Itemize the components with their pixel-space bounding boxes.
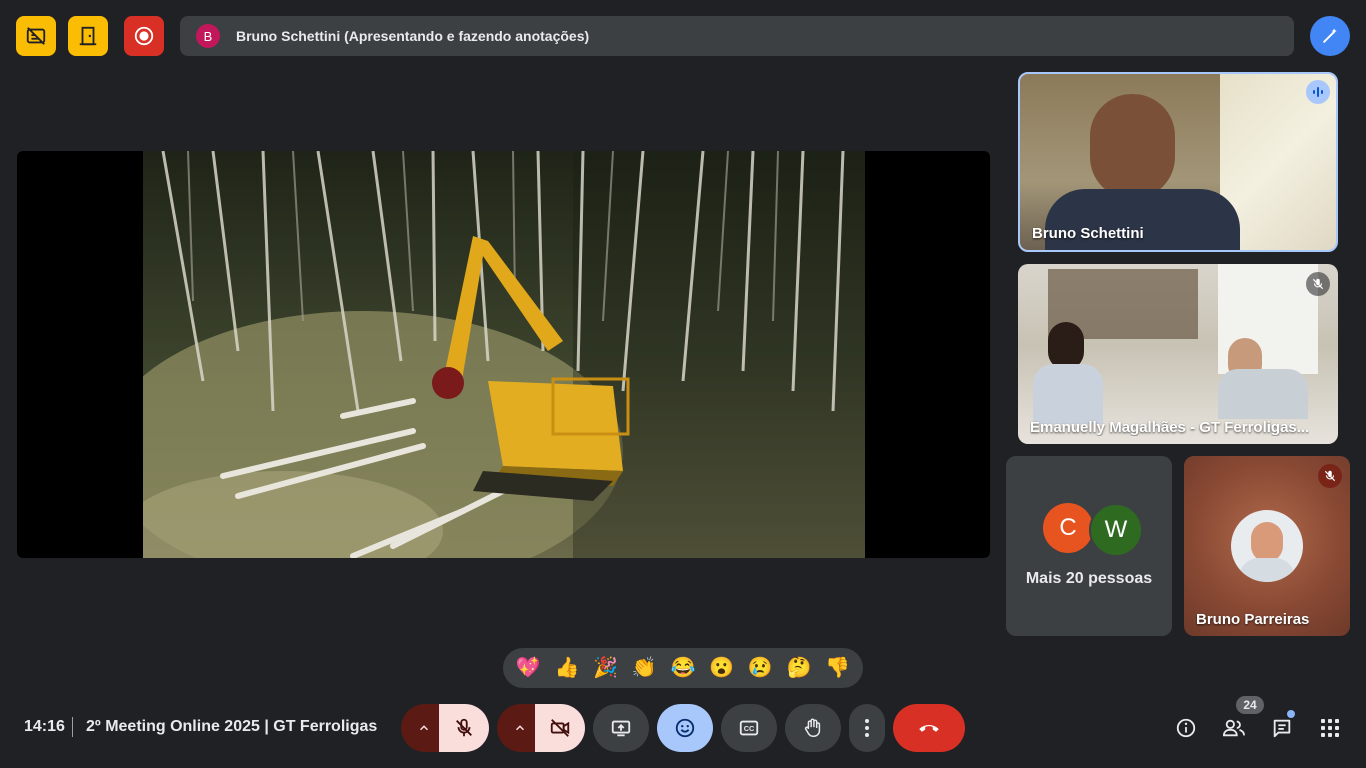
presenter-text: Bruno Schettini (Apresentando e fazendo … xyxy=(236,28,590,44)
presenter-avatar: B xyxy=(196,24,220,48)
annotate-pen-icon xyxy=(1323,28,1337,43)
chat-icon xyxy=(1273,719,1291,738)
svg-text:CC: CC xyxy=(744,724,755,733)
recording-button[interactable] xyxy=(124,16,164,56)
participant-tile-bruno-parreiras[interactable]: Bruno Parreiras xyxy=(1184,456,1350,636)
more-participants-label: Mais 20 pessoas xyxy=(1025,570,1153,587)
divider xyxy=(72,717,73,737)
presentation-image xyxy=(143,151,865,558)
reactions-button[interactable] xyxy=(657,704,713,752)
reaction-thumbs-up[interactable]: 👍 xyxy=(549,648,585,688)
avatar-c: C xyxy=(1043,503,1093,553)
presenter-banner: B Bruno Schettini (Apresentando e fazend… xyxy=(180,16,1294,56)
present-screen-icon xyxy=(611,720,631,737)
chevron-up-icon xyxy=(515,725,525,731)
participant-name: Bruno Parreiras xyxy=(1196,611,1310,628)
reaction-thumbs-down[interactable]: 👎 xyxy=(820,648,856,688)
more-options-button[interactable] xyxy=(849,704,885,752)
reaction-surprised[interactable]: 😮 xyxy=(704,648,740,688)
present-screen-button[interactable] xyxy=(593,704,649,752)
person-head xyxy=(1090,94,1175,199)
forest-harvester-picture xyxy=(143,151,865,558)
person-right-body xyxy=(1218,369,1308,419)
participant-name: Bruno Schettini xyxy=(1032,225,1144,242)
muted-badge xyxy=(1318,464,1342,488)
meeting-clock: 14:16 xyxy=(24,718,65,735)
mic-off-icon xyxy=(1324,470,1336,482)
speaking-icon xyxy=(1313,87,1323,97)
captions-button[interactable]: CC xyxy=(721,704,777,752)
meeting-details-button[interactable] xyxy=(1174,716,1198,740)
participant-name: Emanuelly Magalhães - GT Ferroligas... xyxy=(1030,419,1310,436)
raise-hand-icon xyxy=(804,718,821,737)
chat-unread-dot xyxy=(1287,710,1295,718)
reaction-party-popper[interactable]: 🎉 xyxy=(588,648,624,688)
annotate-button[interactable] xyxy=(1310,16,1350,56)
captions-off-button[interactable] xyxy=(16,16,56,56)
chat-button[interactable] xyxy=(1270,716,1294,740)
presentation-stage[interactable] xyxy=(17,151,990,558)
reaction-joy[interactable]: 😂 xyxy=(665,648,701,688)
more-participants-tile[interactable]: C W Mais 20 pessoas xyxy=(1006,456,1172,636)
chevron-up-icon xyxy=(419,725,429,731)
avatar xyxy=(1231,510,1303,582)
mic-toggle-button[interactable] xyxy=(439,704,489,752)
hang-up-icon xyxy=(919,725,939,732)
speaking-badge xyxy=(1306,80,1330,104)
reaction-thinking[interactable]: 🤔 xyxy=(781,648,817,688)
people-button[interactable] xyxy=(1222,716,1246,740)
companion-door-button[interactable] xyxy=(68,16,108,56)
leave-call-button[interactable] xyxy=(893,704,965,752)
meeting-title: 2º Meeting Online 2025 | GT Ferroligas xyxy=(86,718,378,735)
reaction-clapping[interactable]: 👏 xyxy=(626,648,662,688)
avatar-w: W xyxy=(1089,503,1143,557)
person-shirt xyxy=(1045,189,1240,250)
info-icon xyxy=(1176,718,1196,738)
closed-captions-icon: CC xyxy=(739,720,759,736)
reaction-crying[interactable]: 😢 xyxy=(742,648,778,688)
people-count-badge: 24 xyxy=(1236,696,1264,714)
people-icon xyxy=(1222,719,1245,737)
raise-hand-button[interactable] xyxy=(785,704,841,752)
camera-toggle-button[interactable] xyxy=(535,704,585,752)
muted-badge xyxy=(1306,272,1330,296)
more-vert-icon xyxy=(865,719,869,737)
no-captions-icon xyxy=(26,27,46,45)
emoji-icon xyxy=(675,718,695,738)
person-left-body xyxy=(1033,364,1103,424)
reaction-sparkling-heart[interactable]: 💖 xyxy=(510,648,546,688)
activities-button[interactable] xyxy=(1318,716,1342,740)
reactions-bar: 💖 👍 🎉 👏 😂 😮 😢 🤔 👎 xyxy=(503,648,863,688)
participant-tile-emanuelly[interactable]: Emanuelly Magalhães - GT Ferroligas... xyxy=(1018,264,1338,444)
mic-off-icon xyxy=(456,718,472,737)
mic-off-icon xyxy=(1312,278,1324,290)
person-left-head xyxy=(1048,322,1084,370)
participant-tile-bruno-schettini[interactable]: Bruno Schettini xyxy=(1018,72,1338,252)
apps-grid-icon xyxy=(1321,719,1339,737)
record-icon xyxy=(134,26,154,46)
camera-off-icon xyxy=(550,719,570,737)
door-icon xyxy=(79,26,97,46)
